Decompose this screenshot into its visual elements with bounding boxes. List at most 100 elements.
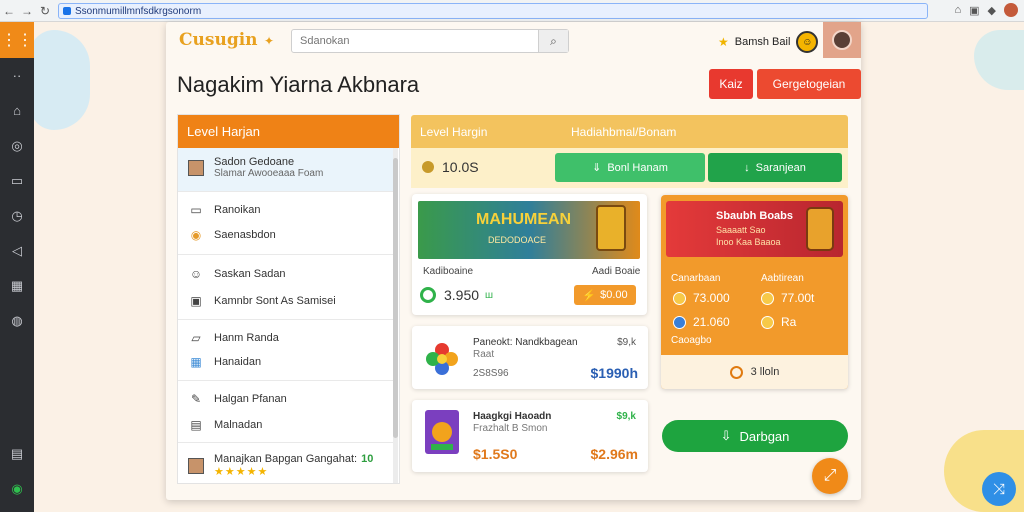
dots-icon[interactable]: ·· xyxy=(0,58,34,93)
app-window: Cusugin ✦ ⌕ ★ Bamsh Bail ☺ Nagakim Yiarn… xyxy=(166,22,861,500)
offer-label-bottom: Caoagbo xyxy=(671,335,712,346)
balance-bar: 10.0S ⇓ Bonl Hanam ↓ Saranjean xyxy=(411,148,848,188)
card-label-left: Kadiboaine xyxy=(423,266,474,277)
offer-label-left: Canarbaan xyxy=(671,273,721,284)
level-item[interactable]: ☺ Saskan Sadan ▣ Kamnbr Sont As Samisei xyxy=(178,255,395,320)
price-unit: ш xyxy=(485,289,494,301)
level-item-title: Halgan Pfanan xyxy=(214,393,287,405)
small-red-button[interactable]: Kaiz xyxy=(709,69,753,99)
level-panel-title: Level Harjan xyxy=(178,115,399,148)
clock-icon[interactable]: ◷ xyxy=(0,198,34,233)
claim-button-label: Saranjean xyxy=(755,161,806,174)
timer-icon xyxy=(729,365,743,379)
app-header: Cusugin ✦ ⌕ ★ Bamsh Bail ☺ xyxy=(166,22,861,62)
url-text: Ssonmumillmnfsdkrgsonorm xyxy=(75,5,202,17)
lock-icon[interactable]: ◍ xyxy=(0,303,34,338)
product-price: $2.96m xyxy=(590,446,638,462)
scrollbar[interactable] xyxy=(393,148,398,483)
level-item-title: Hanm Randa xyxy=(214,332,279,344)
scrollbar-thumb[interactable] xyxy=(393,158,398,438)
product-delta: $9,k xyxy=(617,337,636,348)
folder-icon: ▭ xyxy=(190,203,202,217)
table-icon[interactable]: ▦ xyxy=(0,268,34,303)
send-icon[interactable]: ◁ xyxy=(0,233,34,268)
user-area[interactable]: ★ Bamsh Bail ☺ xyxy=(718,31,819,53)
level-item[interactable]: Manajkan Bapgan Gangahat: 10 ★★★★★ xyxy=(178,443,395,483)
offer-line1: Saaaatt Sao xyxy=(716,225,766,235)
balance: 10.0S xyxy=(422,159,479,175)
level-number: 10 xyxy=(361,453,374,465)
smile-icon: ☺ xyxy=(189,267,203,281)
level-item-sub: Malnadan xyxy=(214,419,263,431)
smile-badge: ☺ xyxy=(796,31,819,53)
product-name: Haagkgi Haoadn xyxy=(473,411,552,422)
level-panel: Level Harjan Sadon Gedoane Slamar Awooea… xyxy=(177,114,400,484)
rating-stars: ★★★★★ xyxy=(214,466,269,478)
offer-value-text: 73.000 xyxy=(693,291,730,305)
offer-label-right: Aabtirean xyxy=(761,273,804,284)
check-coin-icon xyxy=(761,291,774,305)
coin-icon xyxy=(761,315,774,329)
expand-icon[interactable]: ⤢ xyxy=(812,458,848,494)
address-bar[interactable]: Ssonmumillmnfsdkrgsonorm xyxy=(58,3,928,19)
level-item[interactable]: ▱ Hanm Randa ▦ Hanaidan xyxy=(178,320,395,381)
square-icon[interactable]: ▭ xyxy=(0,163,34,198)
level-item-sub: Slamar Awooeaaa Foam xyxy=(214,168,324,179)
coin-icon: ◉ xyxy=(190,228,202,242)
bg-blob xyxy=(974,30,1024,90)
avatar-face xyxy=(832,30,852,50)
portrait-icon xyxy=(188,159,204,176)
product-card[interactable]: Haagkgi Haoadn Frazhalt B Smon $9,k $1.5… xyxy=(412,400,648,472)
app-logo[interactable]: Cusugin xyxy=(179,30,258,50)
level-item[interactable]: ▭ Ranoikan ◉ Saenasbdon xyxy=(178,192,395,255)
offer-title: Sbaubh Boabs xyxy=(716,210,794,222)
banner-title: MAHUMEAN xyxy=(476,211,572,228)
profile-badge-icon[interactable]: ◆ xyxy=(988,4,996,17)
bonus-button[interactable]: ⇓ Bonl Hanam xyxy=(555,153,705,182)
promo-card[interactable]: MAHUMEAN DEDODOACE Kadiboaine Aadi Boaie… xyxy=(412,194,647,315)
level-item-sub: Kamnbr Sont As Samisei xyxy=(214,295,336,307)
primary-red-button[interactable]: Gergetogeian xyxy=(757,69,861,99)
check-icon xyxy=(673,315,686,329)
offer-card[interactable]: Sbaubh Boabs Saaaatt Sao Inoo Kaa Baaoa … xyxy=(661,195,848,389)
page-title: Nagakim Yiarna Akbnara xyxy=(177,72,420,97)
shuffle-icon[interactable]: ⤨ xyxy=(982,472,1016,506)
card-price-value: 3.950 xyxy=(444,287,480,303)
lightning-icon: ⚡ xyxy=(582,289,597,302)
layers-icon[interactable]: ▤ xyxy=(0,436,34,471)
flower-icon xyxy=(426,343,458,375)
grid-icon[interactable]: ⋮⋮ xyxy=(0,22,34,58)
offer-value: 73.000 xyxy=(673,291,730,305)
extension-icon[interactable]: ⌂ xyxy=(954,4,961,16)
arrow-right-icon[interactable]: → xyxy=(18,0,36,22)
content-header: Level Hargin Hadiahbmal/Bonam xyxy=(411,115,848,148)
search-icon[interactable]: ⌕ xyxy=(538,30,568,52)
ring-icon xyxy=(420,287,436,303)
search-input[interactable] xyxy=(292,31,532,51)
reload-icon[interactable]: ↻ xyxy=(36,0,54,22)
green-circle-icon[interactable]: ◉ xyxy=(0,471,34,506)
bargain-button[interactable]: ⇩ Darbgan xyxy=(662,420,848,452)
level-item-sub: Hanaidan xyxy=(214,356,262,368)
claim-button[interactable]: ↓ Saranjean xyxy=(708,153,842,182)
level-item-title: Sadon Gedoane xyxy=(214,156,295,168)
document-icon: ▣ xyxy=(190,294,202,308)
window-icon[interactable]: ▣ xyxy=(969,4,979,17)
bonus-button-label: Bonl Hanam xyxy=(607,161,668,174)
left-rail: ⋮⋮ ·· ⌂ ◎ ▭ ◷ ◁ ▦ ◍ ▤ ◉ xyxy=(0,22,34,512)
level-item[interactable]: ✎ Halgan Pfanan ▤ Malnadan xyxy=(178,381,395,443)
avatar[interactable] xyxy=(823,22,861,58)
level-item[interactable]: Sadon Gedoane Slamar Awooeaaa Foam xyxy=(178,148,395,192)
browser-avatar[interactable] xyxy=(1004,3,1018,17)
offer-footer[interactable]: 3 lloln xyxy=(661,355,848,389)
price-chip[interactable]: ⚡ $0.00 xyxy=(574,285,636,305)
sparkle-icon: ✦ xyxy=(264,34,275,48)
arrow-left-icon[interactable]: ← xyxy=(0,0,18,22)
edit-icon: ✎ xyxy=(190,392,202,406)
level-item-sub: Saenasbdon xyxy=(214,229,276,241)
compass-icon[interactable]: ◎ xyxy=(0,128,34,163)
home-icon[interactable]: ⌂ xyxy=(0,93,34,128)
product-name: Paneokt: Nandkbagean xyxy=(473,337,578,348)
product-can-image xyxy=(596,205,626,251)
product-card[interactable]: Paneokt: Nandkbagean Raat $9,k 2S8S96 $1… xyxy=(412,326,648,389)
